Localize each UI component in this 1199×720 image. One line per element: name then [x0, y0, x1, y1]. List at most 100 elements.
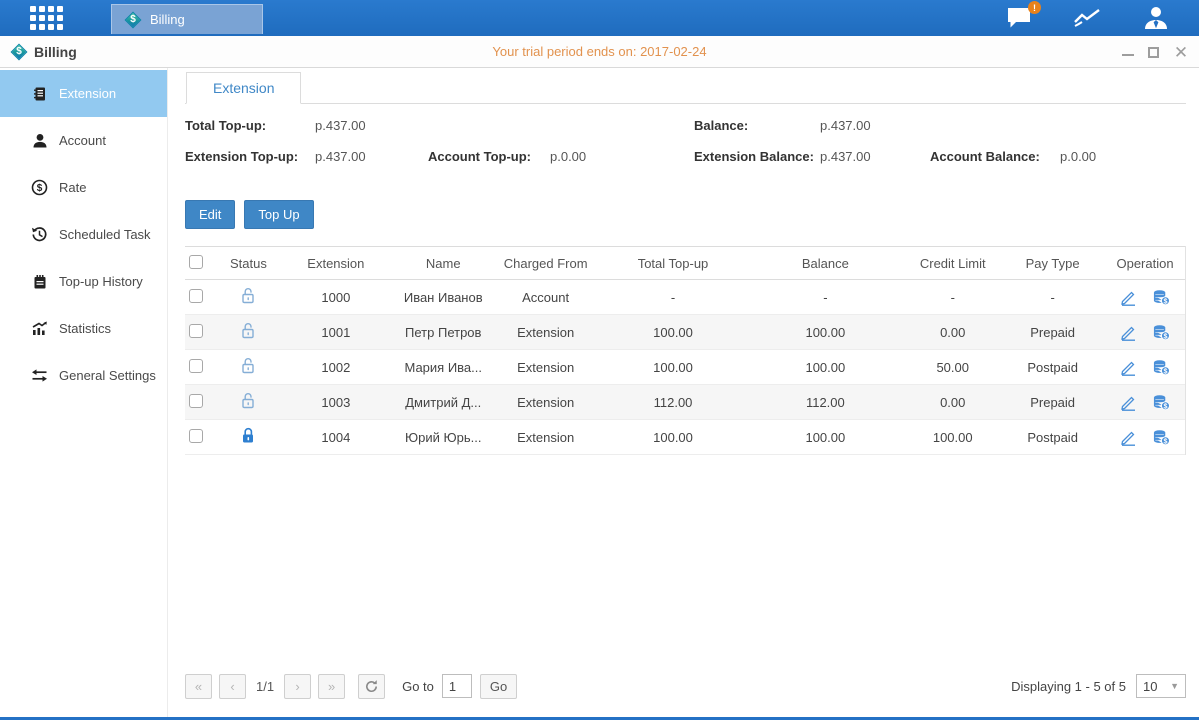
sidebar-item-statistics[interactable]: Statistics: [0, 305, 167, 352]
row-checkbox[interactable]: [189, 324, 203, 338]
total-topup-cell: 100.00: [601, 360, 746, 375]
goto-page-input[interactable]: [442, 674, 472, 698]
total-topup-cell: -: [601, 290, 746, 305]
credit-limit-cell: 0.00: [905, 395, 1000, 410]
taskbar-tab-billing[interactable]: $ Billing: [111, 4, 263, 34]
refresh-icon: [364, 679, 379, 694]
first-page-button[interactable]: «: [185, 674, 212, 699]
messages-icon[interactable]: !: [1005, 5, 1035, 31]
charged-from-cell: Extension: [491, 430, 601, 445]
row-checkbox-cell: [185, 429, 221, 446]
edit-icon[interactable]: [1120, 394, 1137, 411]
status-cell: [221, 322, 276, 343]
edit-icon[interactable]: [1120, 359, 1137, 376]
prev-page-button[interactable]: ‹: [219, 674, 246, 699]
col-name: Name: [396, 256, 491, 271]
status-cell: [221, 427, 276, 448]
name-cell: Иван Иванов: [396, 290, 491, 305]
edit-button[interactable]: Edit: [185, 200, 235, 229]
svg-text:$: $: [1164, 402, 1168, 410]
account-topup-label: Account Top-up:: [428, 149, 531, 164]
table-row: 1001Петр ПетровExtension100.00100.000.00…: [185, 315, 1185, 350]
sidebar-item-label: Account: [59, 133, 106, 148]
sidebar-item-general-settings[interactable]: General Settings: [0, 352, 167, 399]
extension-cell: 1001: [276, 325, 396, 340]
tab-extension[interactable]: Extension: [186, 72, 301, 104]
balance-cell: 100.00: [745, 360, 905, 375]
user-account-icon[interactable]: [1141, 5, 1171, 31]
taskbar-tab-label: Billing: [150, 12, 185, 27]
charged-from-cell: Extension: [491, 360, 601, 375]
sidebar-item-account[interactable]: Account: [0, 117, 167, 164]
refresh-button[interactable]: [358, 674, 385, 699]
maximize-icon[interactable]: [1148, 47, 1159, 58]
lock-open-icon: [240, 398, 257, 413]
table-row: 1004Юрий Юрь...Extension100.00100.00100.…: [185, 420, 1185, 455]
minimize-icon[interactable]: [1122, 48, 1134, 56]
topup-icon[interactable]: $: [1153, 289, 1170, 306]
name-cell: Мария Ива...: [396, 360, 491, 375]
svg-text:$: $: [1164, 332, 1168, 340]
extension-icon: [31, 85, 48, 102]
lock-closed-icon: [240, 433, 257, 448]
topup-icon[interactable]: $: [1153, 429, 1170, 446]
main-content: Extension Total Top-up: p.437.00 Balance…: [168, 68, 1199, 717]
svg-text:$: $: [1164, 437, 1168, 445]
charged-from-cell: Extension: [491, 395, 601, 410]
statistics-icon: [31, 320, 48, 337]
svg-text:$: $: [1164, 367, 1168, 375]
sidebar-item-scheduled-task[interactable]: Scheduled Task: [0, 211, 167, 258]
row-checkbox-cell: [185, 289, 221, 306]
apps-grid-icon[interactable]: [30, 6, 63, 30]
topup-icon[interactable]: $: [1153, 394, 1170, 411]
next-page-button[interactable]: ›: [284, 674, 311, 699]
col-credit-limit: Credit Limit: [905, 256, 1000, 271]
row-checkbox[interactable]: [189, 394, 203, 408]
edit-icon[interactable]: [1120, 429, 1137, 446]
status-cell: [221, 357, 276, 378]
name-cell: Юрий Юрь...: [396, 430, 491, 445]
name-cell: Петр Петров: [396, 325, 491, 340]
top-up-button[interactable]: Top Up: [244, 200, 313, 229]
extension-cell: 1004: [276, 430, 396, 445]
charged-from-cell: Account: [491, 290, 601, 305]
go-button[interactable]: Go: [480, 674, 517, 699]
statistics-chart-icon[interactable]: [1073, 5, 1103, 31]
operation-cell: $: [1105, 359, 1185, 376]
row-checkbox[interactable]: [189, 359, 203, 373]
row-checkbox-cell: [185, 359, 221, 376]
sidebar-item-label: Extension: [59, 86, 116, 101]
total-topup-value: p.437.00: [315, 118, 366, 133]
last-page-button[interactable]: »: [318, 674, 345, 699]
row-checkbox[interactable]: [189, 289, 203, 303]
topup-history-icon: [31, 273, 48, 290]
edit-icon[interactable]: [1120, 289, 1137, 306]
close-icon[interactable]: ✕: [1173, 44, 1189, 61]
page-indicator: 1/1: [256, 679, 274, 694]
select-all-checkbox[interactable]: [189, 255, 203, 269]
chevron-down-icon: ▼: [1170, 681, 1179, 691]
sidebar-item-rate[interactable]: $Rate: [0, 164, 167, 211]
sidebar-item-label: Top-up History: [59, 274, 143, 289]
edit-icon[interactable]: [1120, 324, 1137, 341]
col-charged-from: Charged From: [491, 256, 601, 271]
extension-topup-value: p.437.00: [315, 149, 366, 164]
general-settings-icon: [31, 367, 48, 384]
extension-cell: 1003: [276, 395, 396, 410]
extension-cell: 1000: [276, 290, 396, 305]
sidebar-item-top-up-history[interactable]: Top-up History: [0, 258, 167, 305]
row-checkbox[interactable]: [189, 429, 203, 443]
balance-cell: 100.00: [745, 325, 905, 340]
credit-limit-cell: 100.00: [905, 430, 1000, 445]
notification-badge: !: [1028, 1, 1041, 14]
billing-window: $ Billing ! Your trial per: [0, 0, 1199, 720]
lock-open-icon: [240, 328, 257, 343]
billing-title-icon: $: [10, 43, 28, 61]
sidebar-item-extension[interactable]: Extension: [0, 70, 167, 117]
total-topup-cell: 112.00: [601, 395, 746, 410]
status-cell: [221, 287, 276, 308]
extension-table: Status Extension Name Charged From Total…: [185, 246, 1186, 455]
page-size-select[interactable]: 10 ▼: [1136, 674, 1186, 698]
topup-icon[interactable]: $: [1153, 324, 1170, 341]
topup-icon[interactable]: $: [1153, 359, 1170, 376]
